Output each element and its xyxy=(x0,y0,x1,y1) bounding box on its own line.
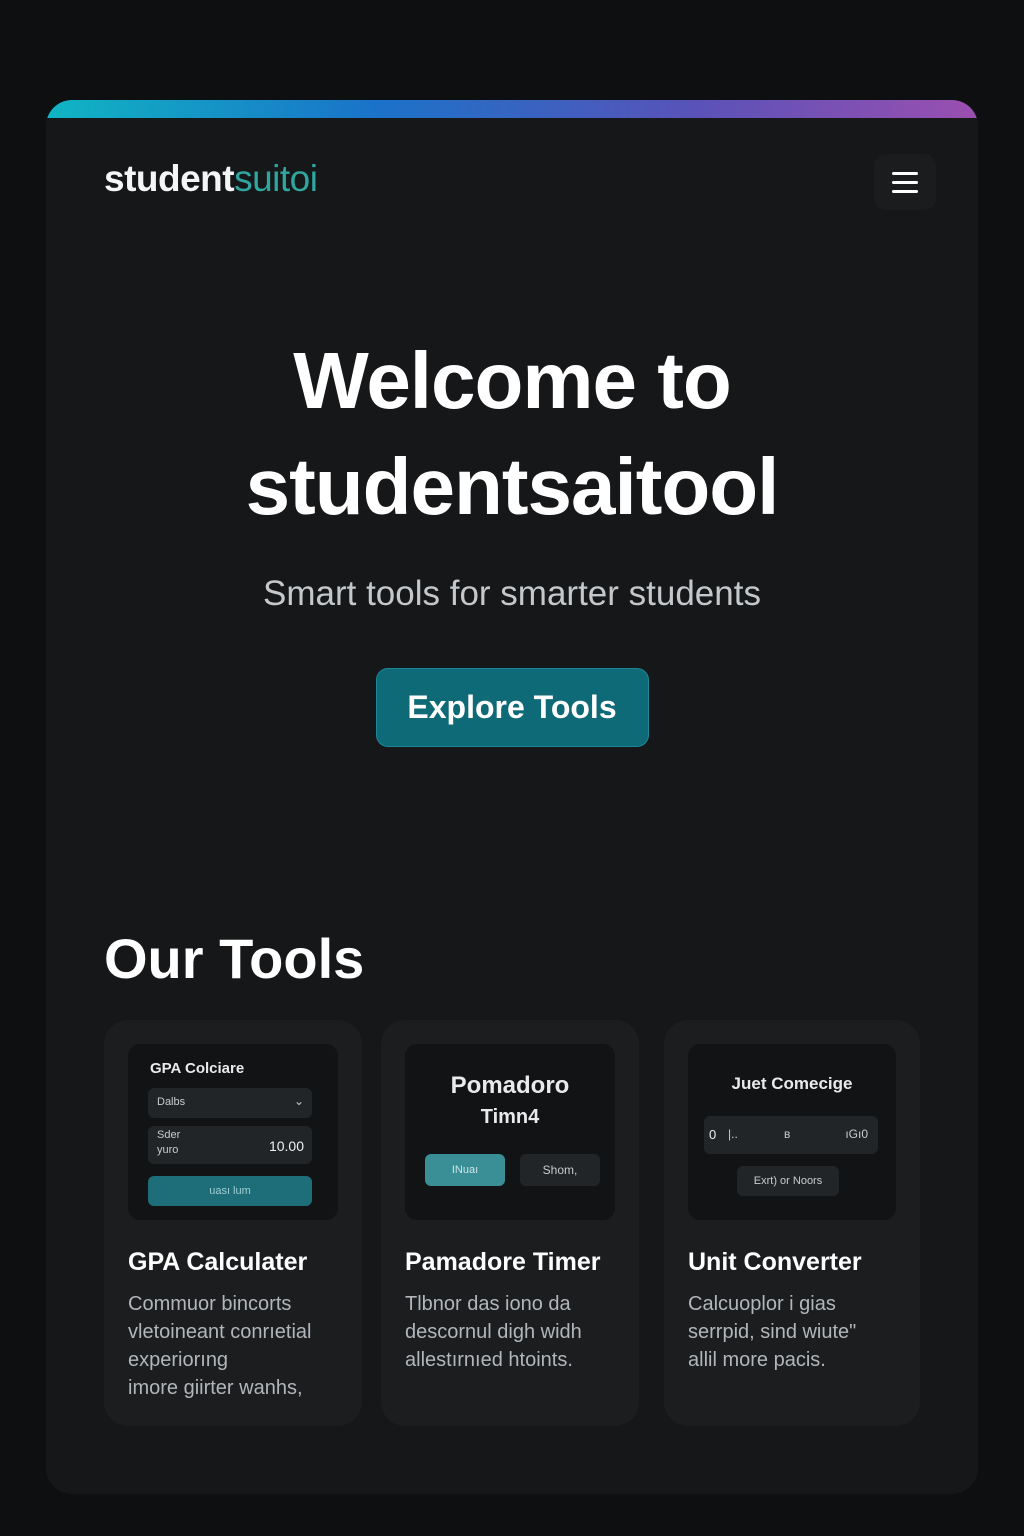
tool-card-pomodoro[interactable]: Pomadoro Timn4 INuaı Shom, Pamadore Time… xyxy=(381,1020,639,1426)
card-desc-line: descornul digh widh xyxy=(405,1321,582,1343)
converter-preview-button[interactable]: Exrt) or Noors xyxy=(737,1166,839,1196)
hamburger-menu-icon-line xyxy=(892,189,918,193)
card-description: Commuor bincorts vletoineant conrıetial … xyxy=(128,1290,346,1402)
card-desc-line: allestırnıed htoints. xyxy=(405,1349,573,1371)
card-desc-line: allil more pacis. xyxy=(688,1349,826,1371)
pomodoro-short-button[interactable]: Shom, xyxy=(520,1154,600,1186)
converter-value-1: 0 xyxy=(709,1127,717,1142)
card-desc-line: Commuor bincorts xyxy=(128,1293,292,1315)
card-desc-line: vletoineant conrıetial xyxy=(128,1321,312,1343)
hero-title-line-2: studentsaitool xyxy=(245,442,780,531)
card-desc-line: serrpid, sind wiute" xyxy=(688,1321,857,1343)
hamburger-menu-button[interactable] xyxy=(874,154,936,210)
gpa-preview-button[interactable]: uası lum xyxy=(148,1176,312,1206)
tool-card-gpa[interactable]: GPA Colciare Dalbs ⌄ Sder yuro 10.00 uas… xyxy=(104,1020,362,1426)
gradient-accent-bar xyxy=(46,100,978,118)
gpa-preview-field[interactable]: Sder yuro 10.00 xyxy=(148,1126,312,1164)
hero-subtitle: Smart tools for smarter students xyxy=(263,574,761,613)
gpa-preview: GPA Colciare Dalbs ⌄ Sder yuro 10.00 uas… xyxy=(128,1044,338,1220)
header: studentsuitoi xyxy=(46,118,978,248)
chevron-down-icon: ⌄ xyxy=(293,1094,304,1108)
gpa-preview-title: GPA Colciare xyxy=(150,1060,245,1077)
hero-section: Welcome to studentsaitool Smart tools fo… xyxy=(46,328,978,747)
gpa-preview-select-value: Dalbs xyxy=(157,1096,186,1108)
converter-value-3: ʙ xyxy=(784,1127,791,1141)
converter-preview: Juet Comecige 0 |.. ʙ ıGı0 Exrt) or Noor… xyxy=(688,1044,896,1220)
card-title: Pamadore Timer xyxy=(405,1248,601,1276)
hero-title: Welcome to studentsaitool xyxy=(46,328,978,540)
explore-tools-button[interactable]: Explore Tools xyxy=(375,668,649,747)
card-title: Unit Converter xyxy=(688,1248,862,1276)
card-desc-line: experiorıng xyxy=(128,1349,229,1371)
converter-preview-title: Juet Comecige xyxy=(731,1074,853,1093)
hamburger-menu-icon-line xyxy=(892,180,918,184)
gpa-preview-field-value: 10.00 xyxy=(268,1138,304,1154)
hamburger-menu-icon xyxy=(892,171,918,175)
card-description: Calcuoplor i gias serrpid, sind wiute" a… xyxy=(688,1290,904,1374)
tools-section-title: Our Tools xyxy=(104,927,365,990)
tool-card-unit-converter[interactable]: Juet Comecige 0 |.. ʙ ıGı0 Exrt) or Noor… xyxy=(664,1020,920,1426)
converter-value-2: |.. xyxy=(728,1127,738,1141)
card-title: GPA Calculater xyxy=(128,1248,308,1276)
hero-title-line-1: Welcome to xyxy=(293,336,732,425)
gpa-preview-field-label-2: yuro xyxy=(157,1144,179,1156)
gpa-preview-select[interactable]: Dalbs ⌄ xyxy=(148,1088,312,1118)
brand-logo[interactable]: studentsuitoi xyxy=(104,158,318,200)
pomodoro-start-button[interactable]: INuaı xyxy=(425,1154,505,1186)
converter-preview-input-row[interactable]: 0 |.. ʙ ıGı0 xyxy=(704,1116,878,1154)
gpa-preview-field-label-1: Sder xyxy=(157,1129,181,1141)
brand-part-2: suitoi xyxy=(234,158,318,199)
app-frame: studentsuitoi Welcome to studentsaitool … xyxy=(46,100,978,1494)
converter-value-4: ıGı0 xyxy=(845,1127,868,1141)
card-desc-line: Tlbnor das iono da xyxy=(405,1293,571,1315)
pomodoro-preview: Pomadoro Timn4 INuaı Shom, xyxy=(405,1044,615,1220)
brand-part-1: student xyxy=(104,158,235,199)
pomodoro-preview-title-2: Timn4 xyxy=(480,1106,540,1128)
card-description: Tlbnor das iono da descornul digh widh a… xyxy=(405,1290,623,1374)
card-desc-line: imore giirter wanhs, xyxy=(128,1377,303,1399)
card-desc-line: Calcuoplor i gias xyxy=(688,1293,836,1315)
pomodoro-preview-title-1: Pomadoro xyxy=(450,1072,570,1099)
